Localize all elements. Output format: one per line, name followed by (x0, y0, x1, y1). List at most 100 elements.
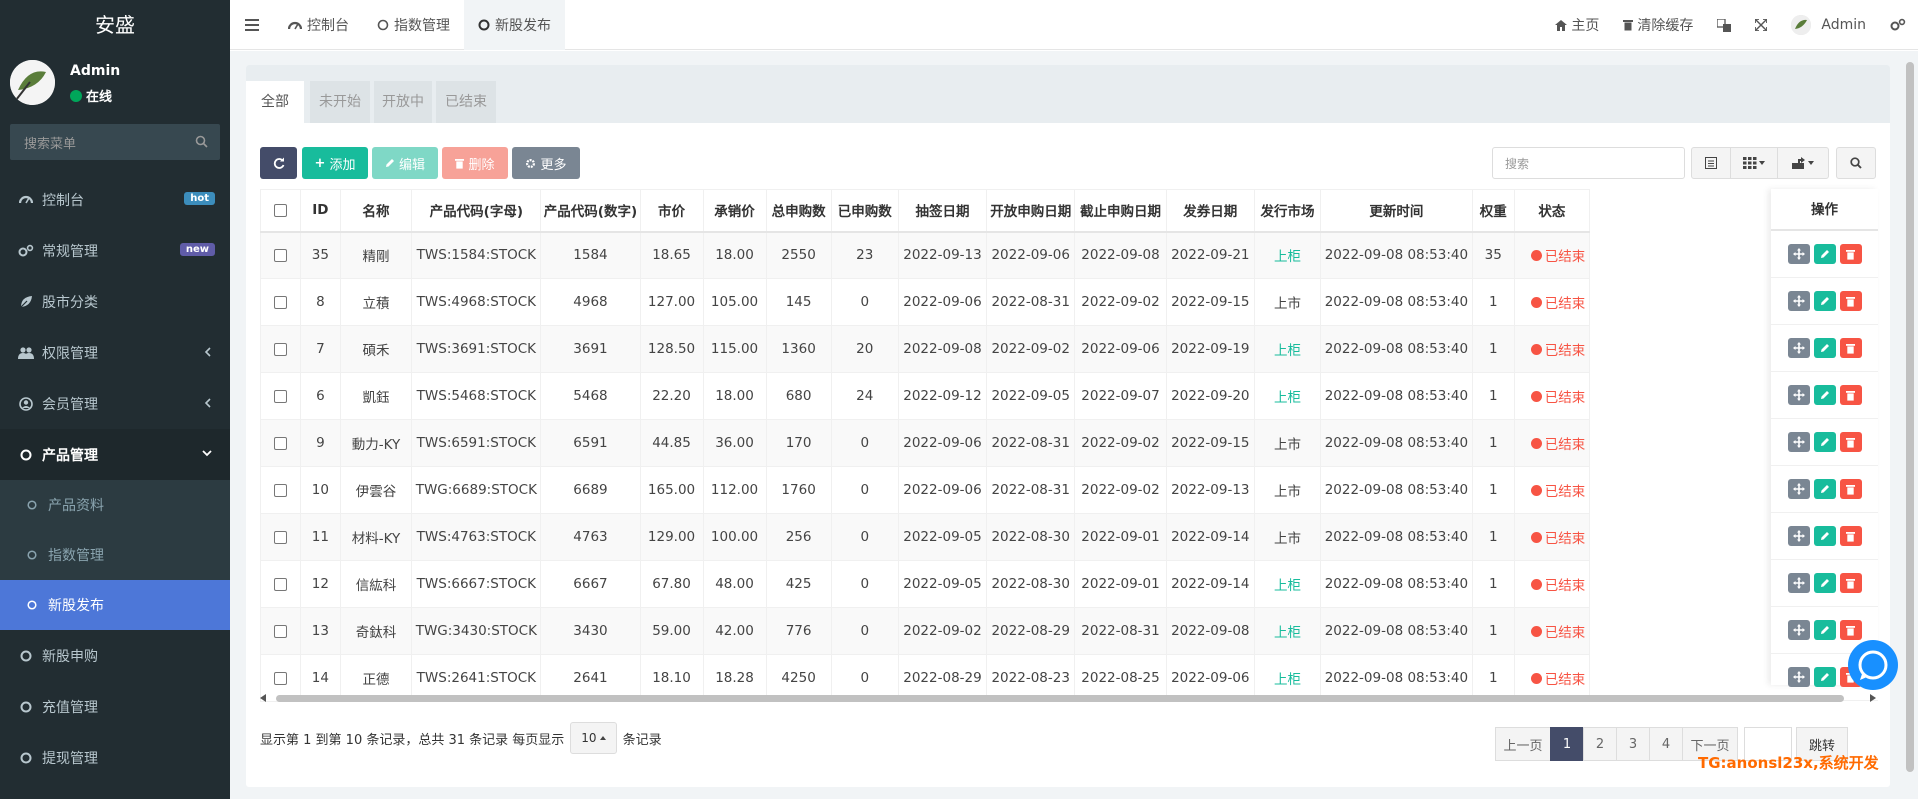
row-checkbox[interactable] (273, 295, 287, 309)
drag-sort-button[interactable] (1787, 526, 1810, 546)
table-row[interactable]: 9 動力-KY TWS:6591:STOCK 6591 44.85 36.00 170 0 20… (260, 419, 1591, 467)
col-header[interactable]: 总申购数 (765, 189, 832, 233)
sidebar-item-recharge[interactable]: 充值管理 (0, 681, 230, 732)
drag-sort-button[interactable] (1787, 620, 1810, 640)
row-delete-button[interactable] (1839, 620, 1862, 640)
row-checkbox[interactable] (273, 436, 287, 450)
scroll-left-icon[interactable] (260, 694, 266, 702)
row-edit-button[interactable] (1813, 338, 1836, 358)
scrollbar-thumb[interactable] (276, 695, 1844, 702)
col-header[interactable]: 状态 (1513, 189, 1591, 233)
col-header[interactable]: 市价 (639, 189, 704, 233)
menu-search-input[interactable]: 搜索菜单 (10, 124, 220, 160)
page-size-select[interactable]: 10 (570, 722, 617, 754)
tab-dashboard[interactable]: 控制台 (274, 0, 363, 50)
sidebar-item-product-info[interactable]: 产品资料 (0, 480, 230, 530)
row-checkbox[interactable] (273, 624, 287, 638)
page-button[interactable]: 3 (1616, 727, 1650, 761)
row-checkbox[interactable] (273, 389, 287, 403)
table-row[interactable]: 13 奇鈦科 TWG:3430:STOCK 3430 59.00 42.00 776 0 202… (260, 607, 1591, 655)
tab-open[interactable]: 开放中 (374, 81, 432, 123)
table-row[interactable]: 7 碩禾 TWS:3691:STOCK 3691 128.50 115.00 1360 20 2… (260, 325, 1591, 373)
row-checkbox[interactable] (273, 671, 287, 685)
chat-bubble-icon[interactable] (1848, 640, 1898, 690)
row-edit-button[interactable] (1813, 479, 1836, 499)
drag-sort-button[interactable] (1787, 667, 1810, 687)
export-button[interactable] (1777, 147, 1829, 179)
sidebar-item-dashboard[interactable]: 控制台 hot (0, 174, 230, 225)
vertical-scrollbar[interactable] (1906, 62, 1914, 772)
add-button[interactable]: + 添加 (302, 147, 368, 179)
row-delete-button[interactable] (1839, 385, 1862, 405)
drag-sort-button[interactable] (1787, 291, 1810, 311)
col-header[interactable]: 截止申购日期 (1074, 189, 1167, 233)
col-header[interactable]: 发行市场 (1253, 189, 1322, 233)
table-row[interactable]: 35 精剛 TWS:1584:STOCK 1584 18.65 18.00 2550 23 20… (260, 231, 1591, 279)
settings-cogs-icon[interactable] (1878, 0, 1918, 50)
col-header[interactable]: 更新时间 (1320, 189, 1473, 233)
page-button[interactable]: 4 (1649, 727, 1683, 761)
row-edit-button[interactable] (1813, 432, 1836, 452)
delete-button[interactable]: 删除 (442, 147, 508, 179)
row-edit-button[interactable] (1813, 291, 1836, 311)
row-edit-button[interactable] (1813, 667, 1836, 687)
row-edit-button[interactable] (1813, 526, 1836, 546)
row-checkbox[interactable] (273, 342, 287, 356)
scroll-right-icon[interactable] (1870, 694, 1876, 702)
drag-sort-button[interactable] (1787, 573, 1810, 593)
row-edit-button[interactable] (1813, 244, 1836, 264)
row-delete-button[interactable] (1839, 432, 1862, 452)
home-link[interactable]: 主页 (1543, 0, 1611, 50)
translate-icon[interactable] (1705, 0, 1743, 50)
row-edit-button[interactable] (1813, 573, 1836, 593)
tab-all[interactable]: 全部 (246, 81, 304, 123)
col-header[interactable]: 产品代码(数字) (540, 189, 641, 233)
sidebar-item-members[interactable]: 会员管理 (0, 378, 230, 429)
col-header[interactable]: 权重 (1471, 189, 1515, 233)
col-header[interactable]: ID (299, 189, 341, 233)
sidebar-item-index-management[interactable]: 指数管理 (0, 530, 230, 580)
col-header[interactable]: 名称 (339, 189, 413, 233)
sidebar-item-general[interactable]: 常规管理 new (0, 225, 230, 276)
row-edit-button[interactable] (1813, 620, 1836, 640)
app-logo[interactable]: 安盛 (0, 0, 230, 50)
horizontal-scrollbar[interactable] (260, 692, 1876, 704)
row-checkbox[interactable] (273, 577, 287, 591)
prev-page-button[interactable]: 上一页 (1495, 727, 1551, 761)
col-header[interactable]: 产品代码(字母) (411, 189, 542, 233)
table-row[interactable]: 8 立積 TWS:4968:STOCK 4968 127.00 105.00 145 0 202… (260, 278, 1591, 326)
row-delete-button[interactable] (1839, 338, 1862, 358)
tab-ended[interactable]: 已结束 (436, 81, 496, 123)
col-header[interactable]: 开放申购日期 (986, 189, 1076, 233)
advanced-search-button[interactable] (1836, 147, 1876, 179)
row-delete-button[interactable] (1839, 291, 1862, 311)
sidebar-item-permissions[interactable]: 权限管理 (0, 327, 230, 378)
clear-cache-link[interactable]: 清除缓存 (1611, 0, 1705, 50)
toggle-view-button[interactable] (1691, 147, 1731, 179)
tab-ipo-release[interactable]: 新股发布 (464, 0, 565, 50)
columns-button[interactable] (1730, 147, 1778, 179)
row-checkbox[interactable] (273, 248, 287, 262)
drag-sort-button[interactable] (1787, 432, 1810, 452)
page-button[interactable]: 2 (1583, 727, 1617, 761)
col-header[interactable]: 已申购数 (830, 189, 899, 233)
row-checkbox[interactable] (273, 483, 287, 497)
drag-sort-button[interactable] (1787, 385, 1810, 405)
row-delete-button[interactable] (1839, 573, 1862, 593)
tab-not-started[interactable]: 未开始 (310, 81, 370, 123)
sidebar-item-withdraw[interactable]: 提现管理 (0, 732, 230, 783)
table-row[interactable]: 10 伊雲谷 TWG:6689:STOCK 6689 165.00 112.00 1760 0… (260, 466, 1591, 514)
edit-button[interactable]: 编辑 (372, 147, 438, 179)
sidebar-item-products[interactable]: 产品管理 (0, 429, 230, 480)
drag-sort-button[interactable] (1787, 338, 1810, 358)
page-button[interactable]: 1 (1550, 727, 1584, 761)
table-row[interactable]: 12 信紘科 TWS:6667:STOCK 6667 67.80 48.00 425 0 202… (260, 560, 1591, 608)
sidebar-item-stock-category[interactable]: 股市分类 (0, 276, 230, 327)
more-button[interactable]: 更多 (512, 147, 580, 179)
row-delete-button[interactable] (1839, 479, 1862, 499)
menu-toggle-icon[interactable] (230, 0, 274, 50)
sidebar-item-ipo-subscription[interactable]: 新股申购 (0, 630, 230, 681)
table-row[interactable]: 6 凱鈺 TWS:5468:STOCK 5468 22.20 18.00 680 24 2022… (260, 372, 1591, 420)
select-all-checkbox[interactable] (273, 203, 287, 217)
drag-sort-button[interactable] (1787, 479, 1810, 499)
